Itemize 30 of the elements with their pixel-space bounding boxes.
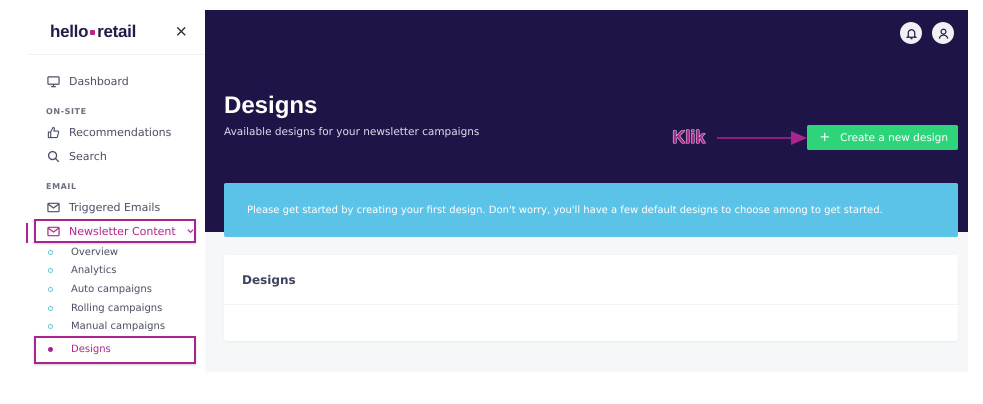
nav-subitem[interactable]: Manual campaigns: [34, 317, 196, 336]
nav-subitem[interactable]: Analytics: [34, 262, 196, 280]
thumbs-up-icon: [47, 126, 60, 138]
page-subtitle: Available designs for your newsletter campaigns: [224, 126, 480, 138]
logo-text: retail: [97, 22, 136, 42]
envelope-icon: [47, 200, 60, 214]
info-banner: Please get started by creating your first design. Don't worry, you'll have a few default designs to choose among to get started.: [224, 183, 958, 237]
search-icon: [47, 150, 60, 162]
logo-text: hello: [50, 22, 88, 42]
card-title: Designs: [242, 272, 296, 286]
nav-item[interactable]: Triggered Emails: [34, 195, 196, 219]
bell-icon: [904, 26, 918, 40]
user-icon: [936, 26, 950, 40]
annotation-label: Klik: [672, 127, 706, 148]
nav-item[interactable]: Recommendations: [34, 120, 196, 144]
nav-subitem[interactable]: Auto campaigns: [34, 280, 196, 299]
section-heading: EMAIL: [46, 182, 78, 191]
envelope-icon: [47, 224, 60, 238]
nav-item[interactable]: Dashboard: [34, 69, 196, 93]
nav-subitem[interactable]: Designs: [34, 336, 196, 364]
close-button[interactable]: ×: [175, 20, 187, 44]
nav-item[interactable]: Search: [34, 144, 196, 168]
account-button[interactable]: [932, 22, 954, 44]
monitor-icon: [47, 74, 60, 88]
nav-item[interactable]: Newsletter Content: [34, 219, 196, 243]
notifications-button[interactable]: [900, 22, 922, 44]
nav-subitem[interactable]: Rolling campaigns: [34, 298, 196, 318]
section-heading: ON-SITE: [46, 107, 88, 116]
nav-subitem[interactable]: Overview: [34, 243, 196, 262]
page-title: Designs: [224, 92, 318, 120]
